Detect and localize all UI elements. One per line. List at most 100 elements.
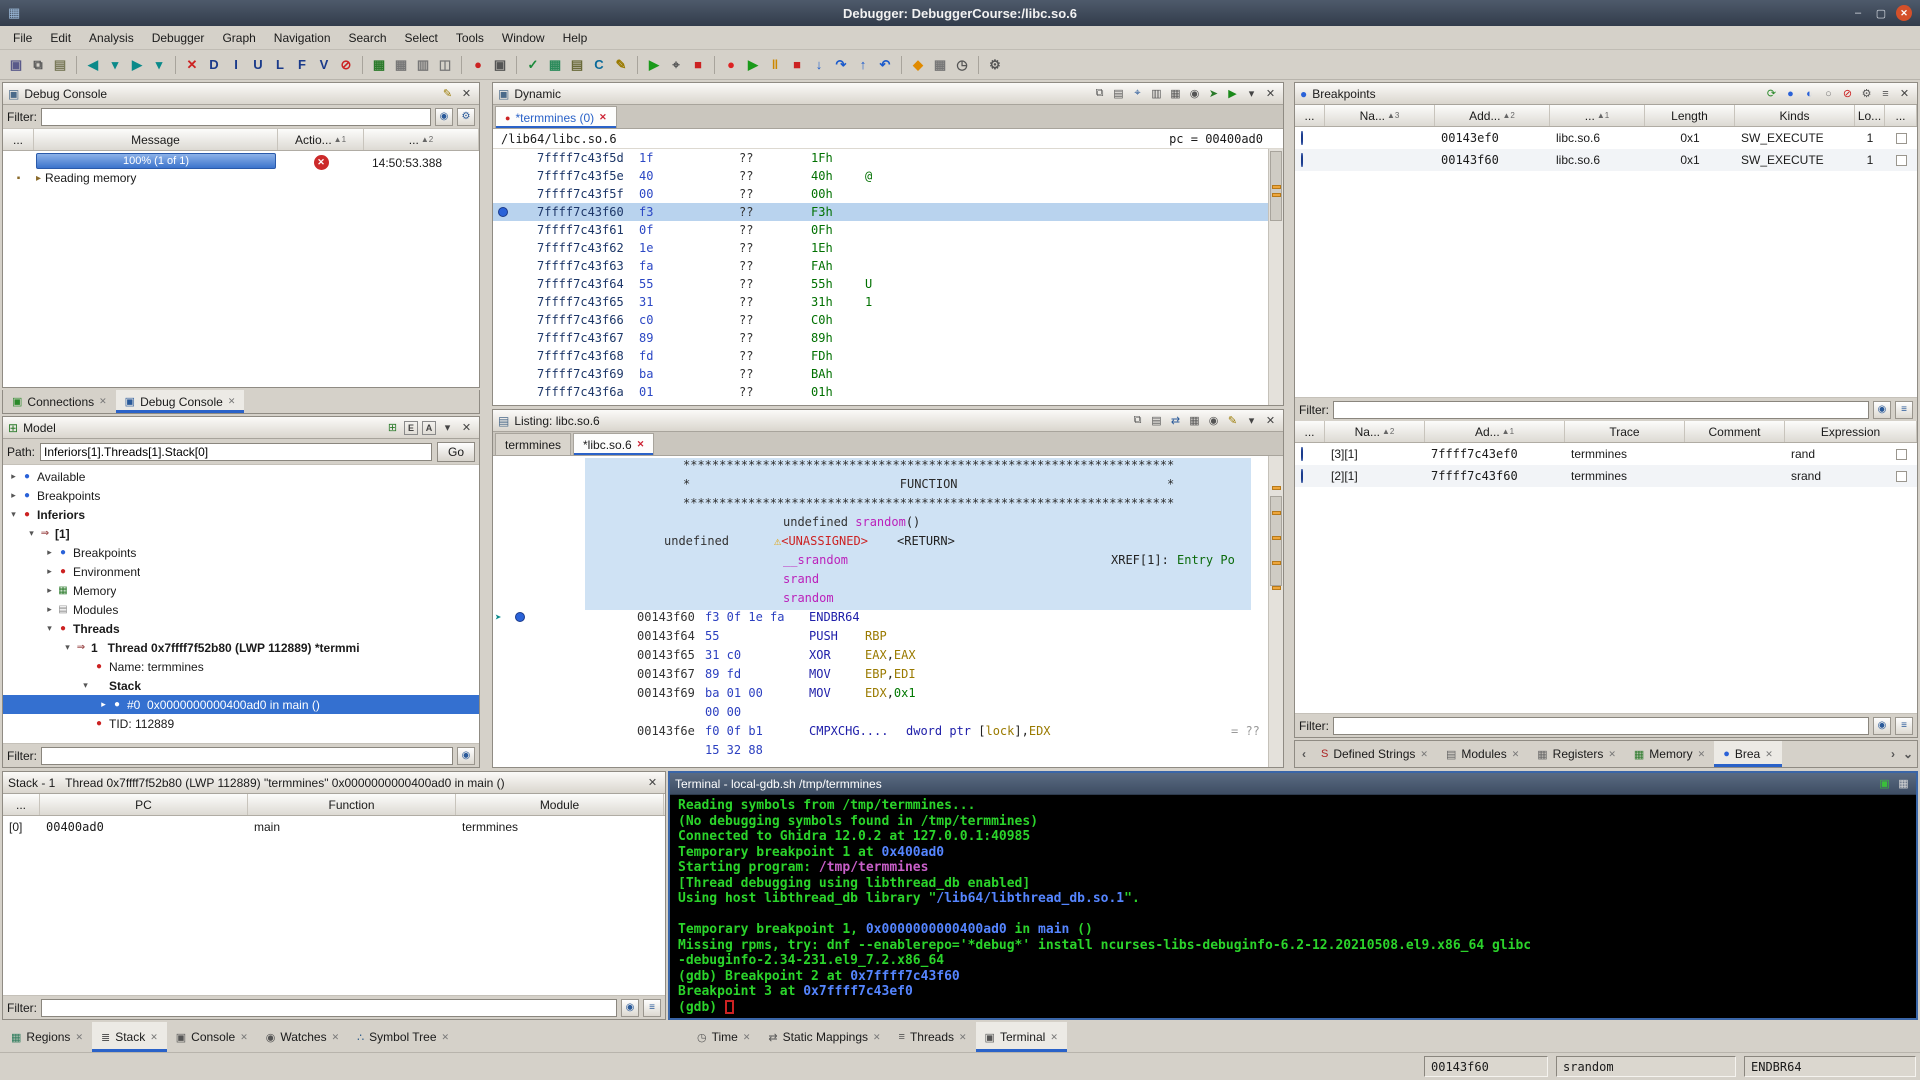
expand-icon[interactable]: ▸ [97,699,110,710]
snapshot-camera-icon[interactable]: ◉ [1206,413,1221,428]
listing-line-7[interactable]: srandom [493,589,1268,608]
close-icon[interactable]: ✕ [459,86,474,101]
menu-navigation[interactable]: Navigation [265,26,340,50]
stack-column-function[interactable]: Function [248,794,456,815]
close-memory-tab-icon[interactable]: ✕ [1698,749,1706,760]
row-checkbox[interactable] [1896,154,1907,166]
tabs-scroll-left-icon[interactable]: ‹ [1297,747,1311,761]
create-label-icon[interactable]: L [270,55,290,75]
menu-analysis[interactable]: Analysis [80,26,143,50]
expand-icon[interactable]: ▸ [43,585,56,596]
resume-icon[interactable]: ▶ [743,55,763,75]
bottom-center-tab-time[interactable]: ◷ Time ✕ [688,1022,759,1052]
row-checkbox[interactable] [1896,448,1907,460]
debug-console-header[interactable]: ▣ Debug Console ✎ ✕ [3,83,479,105]
close-threads-tab-icon[interactable]: ✕ [959,1032,967,1043]
left-tab-debug-console[interactable]: ▣ Debug Console ✕ [115,390,245,413]
stack-frame-row[interactable]: [0] 00400ad0 main termmines [3,816,665,838]
edit-icon[interactable]: ✎ [1225,413,1240,428]
tree-node-0-0x0000000000400ad0-in-main[interactable]: ▸ ● #0 0x0000000000400ad0 in main () [3,695,479,714]
close-console-tab-icon[interactable]: ✕ [240,1032,248,1043]
tree-node-name-termmines[interactable]: ● Name: termmines [3,657,479,676]
breakpoints-header[interactable]: ● Breakpoints ⟳ ● ◐ ○ ⊘ ⚙ ≡ ✕ [1295,83,1917,105]
tree-node-available[interactable]: ▸ ● Available [3,467,479,486]
listing-line-5[interactable]: __srandom XREF[1]: Entry Po [493,551,1268,570]
expand-icon[interactable]: ▸ [43,547,56,558]
location-column-comment[interactable]: Comment [1685,421,1785,442]
disable-all-icon[interactable]: ○ [1821,86,1836,101]
breakpoint-icon[interactable]: ● [468,55,488,75]
hex-row-7ffff7c43f5d[interactable]: 7ffff7c43f5d 1f?? 1Fh [493,149,1268,167]
maximize-button[interactable]: ▢ [1873,5,1889,21]
location-column-expression[interactable]: Expression [1785,421,1917,442]
tree-node-environment[interactable]: ▸ ● Environment [3,562,479,581]
left-tab-connections[interactable]: ▣ Connections ✕ [3,390,116,413]
close-brea-tab-icon[interactable]: ✕ [1765,749,1773,760]
byte-columns-icon[interactable]: ▥ [1149,86,1164,101]
close-connections-tab-icon[interactable]: ✕ [99,396,107,407]
breakpoint-enabled-icon[interactable] [1301,469,1303,483]
menu-debugger[interactable]: Debugger [143,26,214,50]
tab-termmines-trace[interactable]: ● *termmines (0) ✕ [495,106,617,128]
interrupt-icon[interactable]: ‖ [765,55,785,75]
locations-filter-input[interactable] [1333,716,1869,735]
edit-patch-icon[interactable]: ✎ [611,55,631,75]
location-column-ad[interactable]: Ad... ▲1 [1425,421,1565,442]
close-terminal-tab-icon[interactable]: ✕ [1050,1032,1058,1043]
hex-row-7ffff7c43f5e[interactable]: 7ffff7c43f5e 40?? 40h @ [493,167,1268,185]
tree-node-breakpoints[interactable]: ▸ ● Breakpoints [3,486,479,505]
hex-row-7ffff7c43f67[interactable]: 7ffff7c43f67 89?? 89h [493,329,1268,347]
close-icon[interactable]: ✕ [1263,86,1278,101]
cancel-task-button[interactable]: ✕ [313,155,329,170]
model-path-input[interactable] [40,442,432,461]
console-icon[interactable]: ▣ [490,55,510,75]
close-regions-tab-icon[interactable]: ✕ [75,1032,83,1043]
step-over-icon[interactable]: ↷ [831,55,851,75]
console-column-actio[interactable]: Actio... ▲1 [278,129,364,150]
close-icon[interactable]: ✕ [1263,413,1278,428]
breakpoint-column-na[interactable]: Na... ▲3 [1325,105,1435,126]
listing-line-0[interactable]: ****************************************… [493,456,1268,475]
listing-line-3[interactable]: undefined srandom() [493,513,1268,532]
expand-tree-icon[interactable]: ⊞ [385,420,400,435]
menu-select[interactable]: Select [396,26,447,50]
listing-line-14[interactable]: 00143f6e f0 0f b1 CMPXCHG.... dword ptr [lo… [493,722,1268,741]
menu-help[interactable]: Help [554,26,597,50]
grid-icon[interactable]: ▦ [1896,776,1911,791]
cursor-tracking-icon[interactable]: ⇄ [1168,413,1183,428]
console-task-row[interactable]: ▪ 100% (1 of 1) ▸ Reading memory ✕ 14:50:53.3… [3,151,479,191]
location-column-item[interactable]: ... [1295,421,1325,442]
edit-icon[interactable]: ✎ [440,86,455,101]
close-icon[interactable]: ✕ [645,775,660,790]
breakpoint-marker-icon[interactable] [515,612,525,622]
toggle-breakpoints-icon[interactable]: ◐ [1802,86,1817,101]
menu-search[interactable]: Search [340,26,396,50]
location-row[interactable]: [3][1] 7ffff7c43ef0 termmines rand [1295,443,1917,465]
tree-node-breakpoints[interactable]: ▸ ● Breakpoints [3,543,479,562]
close-watches-tab-icon[interactable]: ✕ [332,1032,340,1043]
listing-tab-termmines[interactable]: termmines [495,433,572,455]
breakpoint-enabled-icon[interactable] [1301,153,1303,167]
bottom-left-tab-regions[interactable]: ▦ Regions ✕ [2,1022,92,1052]
step-out-icon[interactable]: ↑ [853,55,873,75]
listing-header[interactable]: ▤ Listing: libc.so.6 ⧉ ▤ ⇄ ▦ ◉ ✎ ▾ ✕ [493,410,1283,432]
bottom-left-tab-symbol-tree[interactable]: ∴ Symbol Tree ✕ [348,1022,458,1052]
define-data-icon[interactable]: U [248,55,268,75]
step-back-icon[interactable]: ↶ [875,55,895,75]
byte-viewer-icon[interactable]: ▥ [413,55,433,75]
listing-line-15[interactable]: 15 32 88 [493,741,1268,760]
row-checkbox[interactable] [1896,470,1907,482]
follow-pc-icon[interactable]: ▶ [1225,86,1240,101]
track-location-icon[interactable]: ⌖ [1130,86,1145,101]
clock-icon[interactable]: ◷ [952,55,972,75]
close-icon[interactable]: ✕ [459,420,474,435]
bottom-left-tab-watches[interactable]: ◉ Watches ✕ [257,1022,348,1052]
save-icon[interactable]: ▣ [6,55,26,75]
tree-node-modules[interactable]: ▸ ▤ Modules [3,600,479,619]
copy-into-icon[interactable]: C [589,55,609,75]
hex-row-7ffff7c43f63[interactable]: 7ffff7c43f63 fa?? FAh [493,257,1268,275]
close-registers-tab-icon[interactable]: ✕ [1608,749,1616,760]
listing-line-10[interactable]: 00143f65 31 c0 XOR EAX,EAX [493,646,1268,665]
menu-icon[interactable]: ≡ [1878,86,1893,101]
breakpoint-enabled-icon[interactable] [1301,131,1303,145]
